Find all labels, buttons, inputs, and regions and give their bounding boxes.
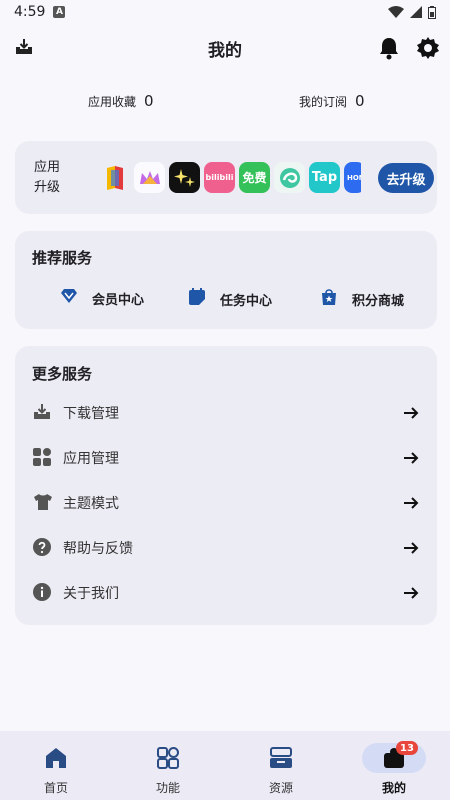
subscriptions-stat[interactable]: 我的订阅 0 [299,92,365,110]
nav-resources[interactable]: 资源 [225,731,337,800]
subscriptions-label: 我的订阅 [299,95,348,109]
bilibili-app-icon[interactable]: bilibili [204,162,235,193]
multicolor-book-app-icon[interactable] [99,162,130,193]
help-circle-icon [33,538,53,558]
diamond-icon [60,288,78,308]
notification-badge: 13 [396,741,418,755]
status-bar: 4:59 A [0,0,450,24]
arrow-right-icon [403,495,419,514]
favorites-label: 应用收藏 [88,95,137,109]
arrow-right-icon [403,450,419,469]
download-management-row[interactable]: 下载管理 [15,393,437,433]
help-feedback-row[interactable]: 帮助与反馈 [15,528,437,568]
nav-home[interactable]: 首页 [0,731,112,800]
crown-app-icon[interactable] [134,162,165,193]
nav-profile[interactable]: 13 我的 [338,731,450,800]
features-grid-icon [157,747,179,769]
nav-profile-label: 我的 [381,781,406,795]
about-us-row[interactable]: 关于我们 [15,573,437,613]
notification-a-icon: A [53,6,66,18]
home-icon [46,748,66,768]
favorites-stat[interactable]: 应用收藏 0 [88,92,154,110]
gear-icon[interactable] [416,36,440,64]
task-center-label: 任务中心 [220,293,273,309]
upgrade-button[interactable]: 去升级 [378,163,434,193]
task-center-item[interactable]: 任务中心 [188,288,272,310]
subscriptions-count: 0 [355,92,365,110]
nav-features-label: 功能 [155,781,180,795]
arrow-right-icon [403,540,419,559]
free-novel-app-icon[interactable]: 免费 [239,162,270,193]
info-circle-icon [33,583,53,603]
more-services-card: 更多服务 下载管理 应用管理 主题模式 帮助与反馈 关于我们 [15,346,437,625]
help-feedback-label: 帮助与反馈 [63,541,133,557]
task-calendar-icon [188,288,206,310]
upgrade-app-list: bilibili 免费 Tap HON [99,162,361,194]
stats-row: 应用收藏 0 我的订阅 0 [0,92,450,114]
download-box-icon[interactable] [15,38,33,60]
honor-app-icon[interactable]: HON [344,162,361,193]
theme-mode-label: 主题模式 [63,496,119,512]
arrow-right-icon [403,405,419,424]
swirl-app-icon[interactable] [274,162,305,193]
download-tray-icon [33,403,53,423]
apps-grid-icon [33,448,53,468]
arrow-right-icon [403,585,419,604]
theme-mode-row[interactable]: 主题模式 [15,483,437,523]
app-header: 我的 [0,30,450,66]
about-us-label: 关于我们 [63,586,119,602]
star-bag-icon [320,288,338,310]
nav-features[interactable]: 功能 [112,731,224,800]
vip-center-item[interactable]: 会员中心 [60,288,144,308]
status-time: 4:59 [14,4,46,20]
app-management-row[interactable]: 应用管理 [15,438,437,478]
favorites-count: 0 [144,92,154,110]
app-management-label: 应用管理 [63,451,119,467]
bottom-nav: 首页 功能 资源 13 我的 [0,731,450,800]
recommended-services-title: 推荐服务 [32,249,93,267]
resources-box-icon [270,747,292,768]
recommended-services-card: 推荐服务 会员中心 任务中心 积分商城 [15,231,437,329]
vip-center-label: 会员中心 [92,292,145,308]
wifi-icon [388,6,404,18]
page-title: 我的 [208,40,242,61]
nav-home-label: 首页 [43,781,68,795]
points-mall-label: 积分商城 [352,293,405,309]
nav-resources-label: 资源 [268,781,293,795]
app-upgrade-label: 应用升级 [34,160,61,195]
taptap-app-icon[interactable]: Tap [309,162,340,193]
more-services-title: 更多服务 [32,365,93,383]
tshirt-icon [33,493,53,513]
app-upgrade-card: 应用升级 bilibili 免费 Tap HON 去升级 [15,141,437,214]
points-mall-item[interactable]: 积分商城 [320,288,404,310]
bell-icon[interactable] [378,36,400,64]
battery-icon [428,5,436,19]
cellular-signal-icon [410,6,422,18]
sparkle-app-icon[interactable] [169,162,200,193]
download-management-label: 下载管理 [63,406,119,422]
